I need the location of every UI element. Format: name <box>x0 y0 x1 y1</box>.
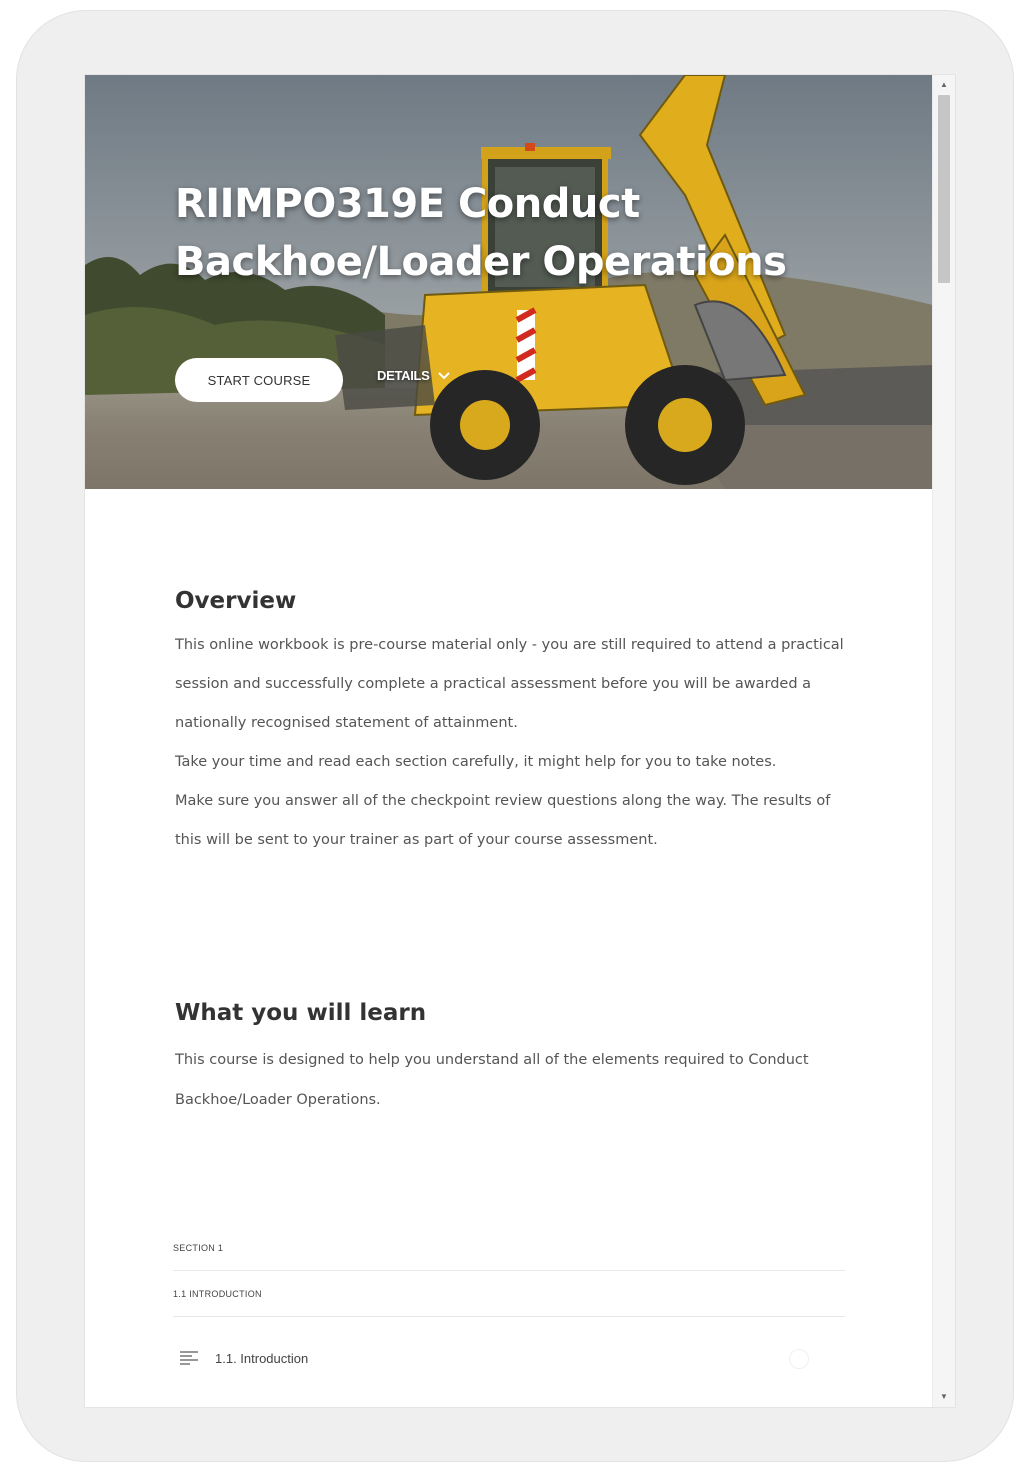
details-label: DETAILS <box>377 368 430 383</box>
section-header: SECTION 1 <box>173 1225 845 1271</box>
course-outline: SECTION 1 1.1 INTRODUCTION <box>173 1225 845 1317</box>
page-content: RIIMPO319E Conduct Backhoe/Loader Operat… <box>85 75 933 1407</box>
scrollbar-thumb[interactable] <box>938 95 950 283</box>
lesson-text-icon <box>180 1351 198 1365</box>
overview-paragraph: Take your time and read each section car… <box>175 754 777 770</box>
start-course-button[interactable]: START COURSE <box>175 358 343 402</box>
learn-description: This course is designed to help you unde… <box>175 1052 809 1108</box>
overview-section: Overview This online workbook is pre-cou… <box>175 588 855 860</box>
scrollbar[interactable]: ▲ ▼ <box>932 75 955 1407</box>
learn-heading: What you will learn <box>175 1000 427 1026</box>
lesson-title: 1.1. Introduction <box>215 1350 309 1366</box>
section-label: SECTION 1 <box>173 1242 224 1253</box>
overview-paragraph: This online workbook is pre-course mater… <box>175 637 844 731</box>
lesson-status-icon <box>789 1349 809 1369</box>
overview-heading: Overview <box>175 588 297 614</box>
subsection-label: 1.1 INTRODUCTION <box>173 1288 262 1299</box>
subsection-header: 1.1 INTRODUCTION <box>173 1271 845 1317</box>
overview-paragraph: Make sure you answer all of the checkpoi… <box>175 793 831 848</box>
details-toggle[interactable]: DETAILS <box>377 368 450 383</box>
course-title: RIIMPO319E Conduct Backhoe/Loader Operat… <box>175 181 787 285</box>
course-hero-banner: RIIMPO319E Conduct Backhoe/Loader Operat… <box>85 75 933 489</box>
chevron-down-icon <box>437 371 450 379</box>
scroll-down-arrow-icon[interactable]: ▼ <box>933 1389 955 1405</box>
lesson-item[interactable]: 1.1. Introduction <box>173 1337 845 1379</box>
learn-section: What you will learn This course is desig… <box>175 1000 855 1120</box>
scroll-up-arrow-icon[interactable]: ▲ <box>933 77 955 93</box>
course-page: RIIMPO319E Conduct Backhoe/Loader Operat… <box>84 74 956 1408</box>
